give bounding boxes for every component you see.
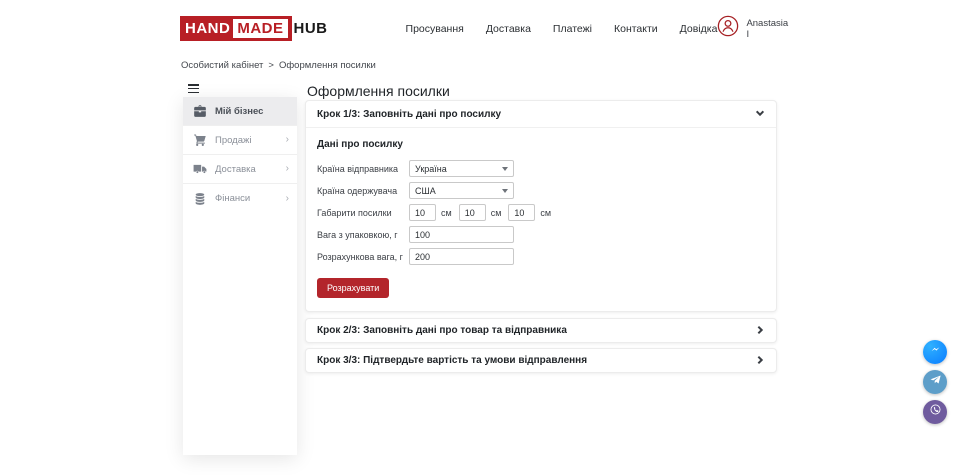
select-arrow-icon (502, 167, 508, 171)
nav-item-help[interactable]: Довідка (680, 23, 718, 35)
calculated-weight-row: Розрахункова вага, г (317, 248, 765, 265)
main-nav: Просування Доставка Платежі Контакти Дов… (406, 23, 718, 35)
dimension-unit-label: см (441, 208, 452, 218)
recipient-country-select[interactable]: США (409, 182, 514, 199)
logo-part-made: MADE (233, 19, 287, 38)
step-2-title: Крок 2/3: Заповніть дані про товар та ві… (317, 325, 567, 336)
handmade-hub-logo[interactable]: HAND MADE HUB (180, 17, 328, 41)
dimensions-label: Габарити посилки (317, 208, 409, 218)
dimension-height-input[interactable] (508, 204, 535, 221)
step-1-content: Дані про посилку Країна відправника Укра… (306, 128, 776, 298)
sidebar-item-label: Мій бізнес (215, 106, 263, 117)
messenger-button[interactable] (923, 340, 947, 364)
dimension-unit-label: см (491, 208, 502, 218)
sidebar-item-label: Доставка (215, 164, 256, 175)
recipient-country-row: Країна одержувача США (317, 182, 765, 199)
viber-icon (929, 403, 942, 421)
sidebar: Мій бізнес Продажі › Доставка › Фінанси … (183, 97, 297, 455)
recipient-country-value: США (415, 186, 436, 196)
dimension-length-input[interactable] (409, 204, 436, 221)
hamburger-icon[interactable] (188, 84, 199, 93)
chevron-right-icon (755, 322, 765, 340)
nav-item-payments[interactable]: Платежі (553, 23, 592, 35)
sender-country-label: Країна відправника (317, 164, 409, 174)
sender-country-row: Країна відправника Україна (317, 160, 765, 177)
sender-country-value: Україна (415, 164, 447, 174)
step-1-title: Крок 1/3: Заповніть дані про посилку (317, 109, 501, 120)
user-name: Anastasia I (746, 18, 788, 40)
step-3-card: Крок 3/3: Підтвердьте вартість та умови … (305, 348, 777, 373)
calculated-weight-label: Розрахункова вага, г (317, 252, 409, 262)
sidebar-item-label: Продажі (215, 135, 251, 146)
page-title: Оформлення посилки (307, 83, 450, 99)
top-header: HAND MADE HUB Просування Доставка Платеж… (0, 0, 960, 57)
nav-item-promotion[interactable]: Просування (406, 23, 464, 35)
calculated-weight-input[interactable] (409, 248, 514, 265)
telegram-button[interactable] (923, 370, 947, 394)
breadcrumb: Особистий кабінет > Оформлення посилки (181, 60, 376, 71)
sidebar-item-delivery[interactable]: Доставка › (183, 155, 297, 184)
chevron-right-icon (755, 352, 765, 370)
floating-social-buttons (923, 340, 947, 424)
viber-button[interactable] (923, 400, 947, 424)
nav-item-contacts[interactable]: Контакти (614, 23, 658, 35)
recipient-country-label: Країна одержувача (317, 186, 409, 196)
briefcase-icon (193, 104, 207, 118)
sidebar-item-finance[interactable]: Фінанси › (183, 184, 297, 213)
breadcrumb-separator: > (268, 60, 274, 71)
coins-icon (193, 192, 207, 206)
sidebar-item-my-business[interactable]: Мій бізнес (183, 97, 297, 126)
nav-item-delivery[interactable]: Доставка (486, 23, 531, 35)
step-3-title: Крок 3/3: Підтвердьте вартість та умови … (317, 355, 587, 366)
calculate-button[interactable]: Розрахувати (317, 278, 389, 298)
dimension-unit-label: см (540, 208, 551, 218)
sidebar-item-sales[interactable]: Продажі › (183, 126, 297, 155)
sender-country-select[interactable]: Україна (409, 160, 514, 177)
step-3-accordion-header[interactable]: Крок 3/3: Підтвердьте вартість та умови … (306, 349, 776, 372)
step-1-accordion-header[interactable]: Крок 1/3: Заповніть дані про посилку (306, 101, 776, 128)
cart-icon (193, 133, 207, 147)
step-1-card: Крок 1/3: Заповніть дані про посилку Дан… (305, 100, 777, 312)
chevron-right-icon: › (286, 164, 289, 174)
packed-weight-input[interactable] (409, 226, 514, 243)
chevron-right-icon: › (286, 194, 289, 204)
step-2-card: Крок 2/3: Заповніть дані про товар та ві… (305, 318, 777, 343)
truck-icon (193, 162, 207, 176)
packed-weight-label: Вага з упаковкою, г (317, 230, 409, 240)
dimensions-row: Габарити посилки см см см (317, 204, 765, 221)
telegram-icon (929, 373, 942, 391)
chevron-down-icon (755, 105, 765, 123)
breadcrumb-current: Оформлення посилки (279, 60, 376, 71)
sidebar-item-label: Фінанси (215, 193, 250, 204)
logo-part-hub: HUB (292, 20, 328, 37)
messenger-icon (929, 343, 942, 361)
parcel-data-section-title: Дані про посилку (317, 139, 765, 150)
packed-weight-row: Вага з упаковкою, г (317, 226, 765, 243)
person-circle-icon (717, 15, 739, 42)
step-2-accordion-header[interactable]: Крок 2/3: Заповніть дані про товар та ві… (306, 319, 776, 342)
select-arrow-icon (502, 189, 508, 193)
logo-part-hand: HAND (185, 20, 230, 37)
breadcrumb-home[interactable]: Особистий кабінет (181, 60, 263, 71)
chevron-right-icon: › (286, 135, 289, 145)
dimension-width-input[interactable] (459, 204, 486, 221)
user-account-button[interactable]: Anastasia I (717, 15, 788, 42)
